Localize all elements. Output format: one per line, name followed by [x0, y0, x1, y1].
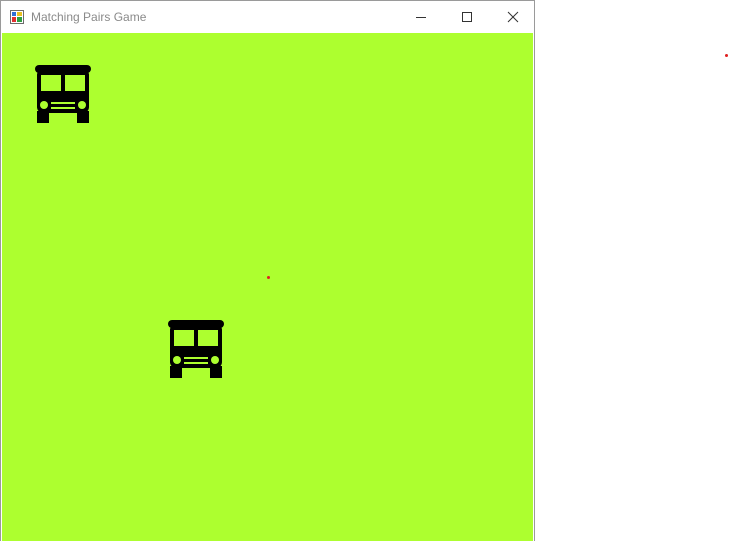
card-r2-c4[interactable] [402, 160, 533, 286]
card-r2-c2[interactable] [135, 160, 266, 286]
card-r4-c3[interactable] [268, 415, 400, 541]
card-r4-c1[interactable] [2, 415, 133, 541]
game-board [2, 33, 533, 541]
card-r3-c4[interactable] [402, 288, 533, 413]
card-r4-c2[interactable] [135, 415, 266, 541]
minimize-button[interactable] [398, 1, 444, 33]
title-bar[interactable]: Matching Pairs Game [1, 1, 534, 33]
card-r1-c4[interactable] [402, 33, 533, 158]
bus-icon [168, 320, 224, 378]
card-r1-c1[interactable] [2, 33, 133, 158]
card-r3-c2[interactable] [135, 288, 266, 413]
close-button[interactable] [490, 1, 536, 33]
card-r1-c2[interactable] [135, 33, 266, 158]
maximize-button[interactable] [444, 1, 490, 33]
minimize-icon [416, 17, 426, 18]
bus-icon [35, 65, 91, 123]
card-r1-c3[interactable] [268, 33, 400, 158]
close-icon [507, 11, 519, 23]
app-icon [10, 10, 24, 24]
card-r3-c1[interactable] [2, 288, 133, 413]
card-r2-c1[interactable] [2, 160, 133, 286]
card-r3-c3[interactable] [268, 288, 400, 413]
marker-dot [725, 54, 728, 57]
marker-dot [267, 276, 270, 279]
card-r2-c3[interactable] [268, 160, 400, 286]
card-r4-c4[interactable] [402, 415, 533, 541]
maximize-icon [462, 12, 472, 22]
window-title: Matching Pairs Game [31, 10, 147, 24]
